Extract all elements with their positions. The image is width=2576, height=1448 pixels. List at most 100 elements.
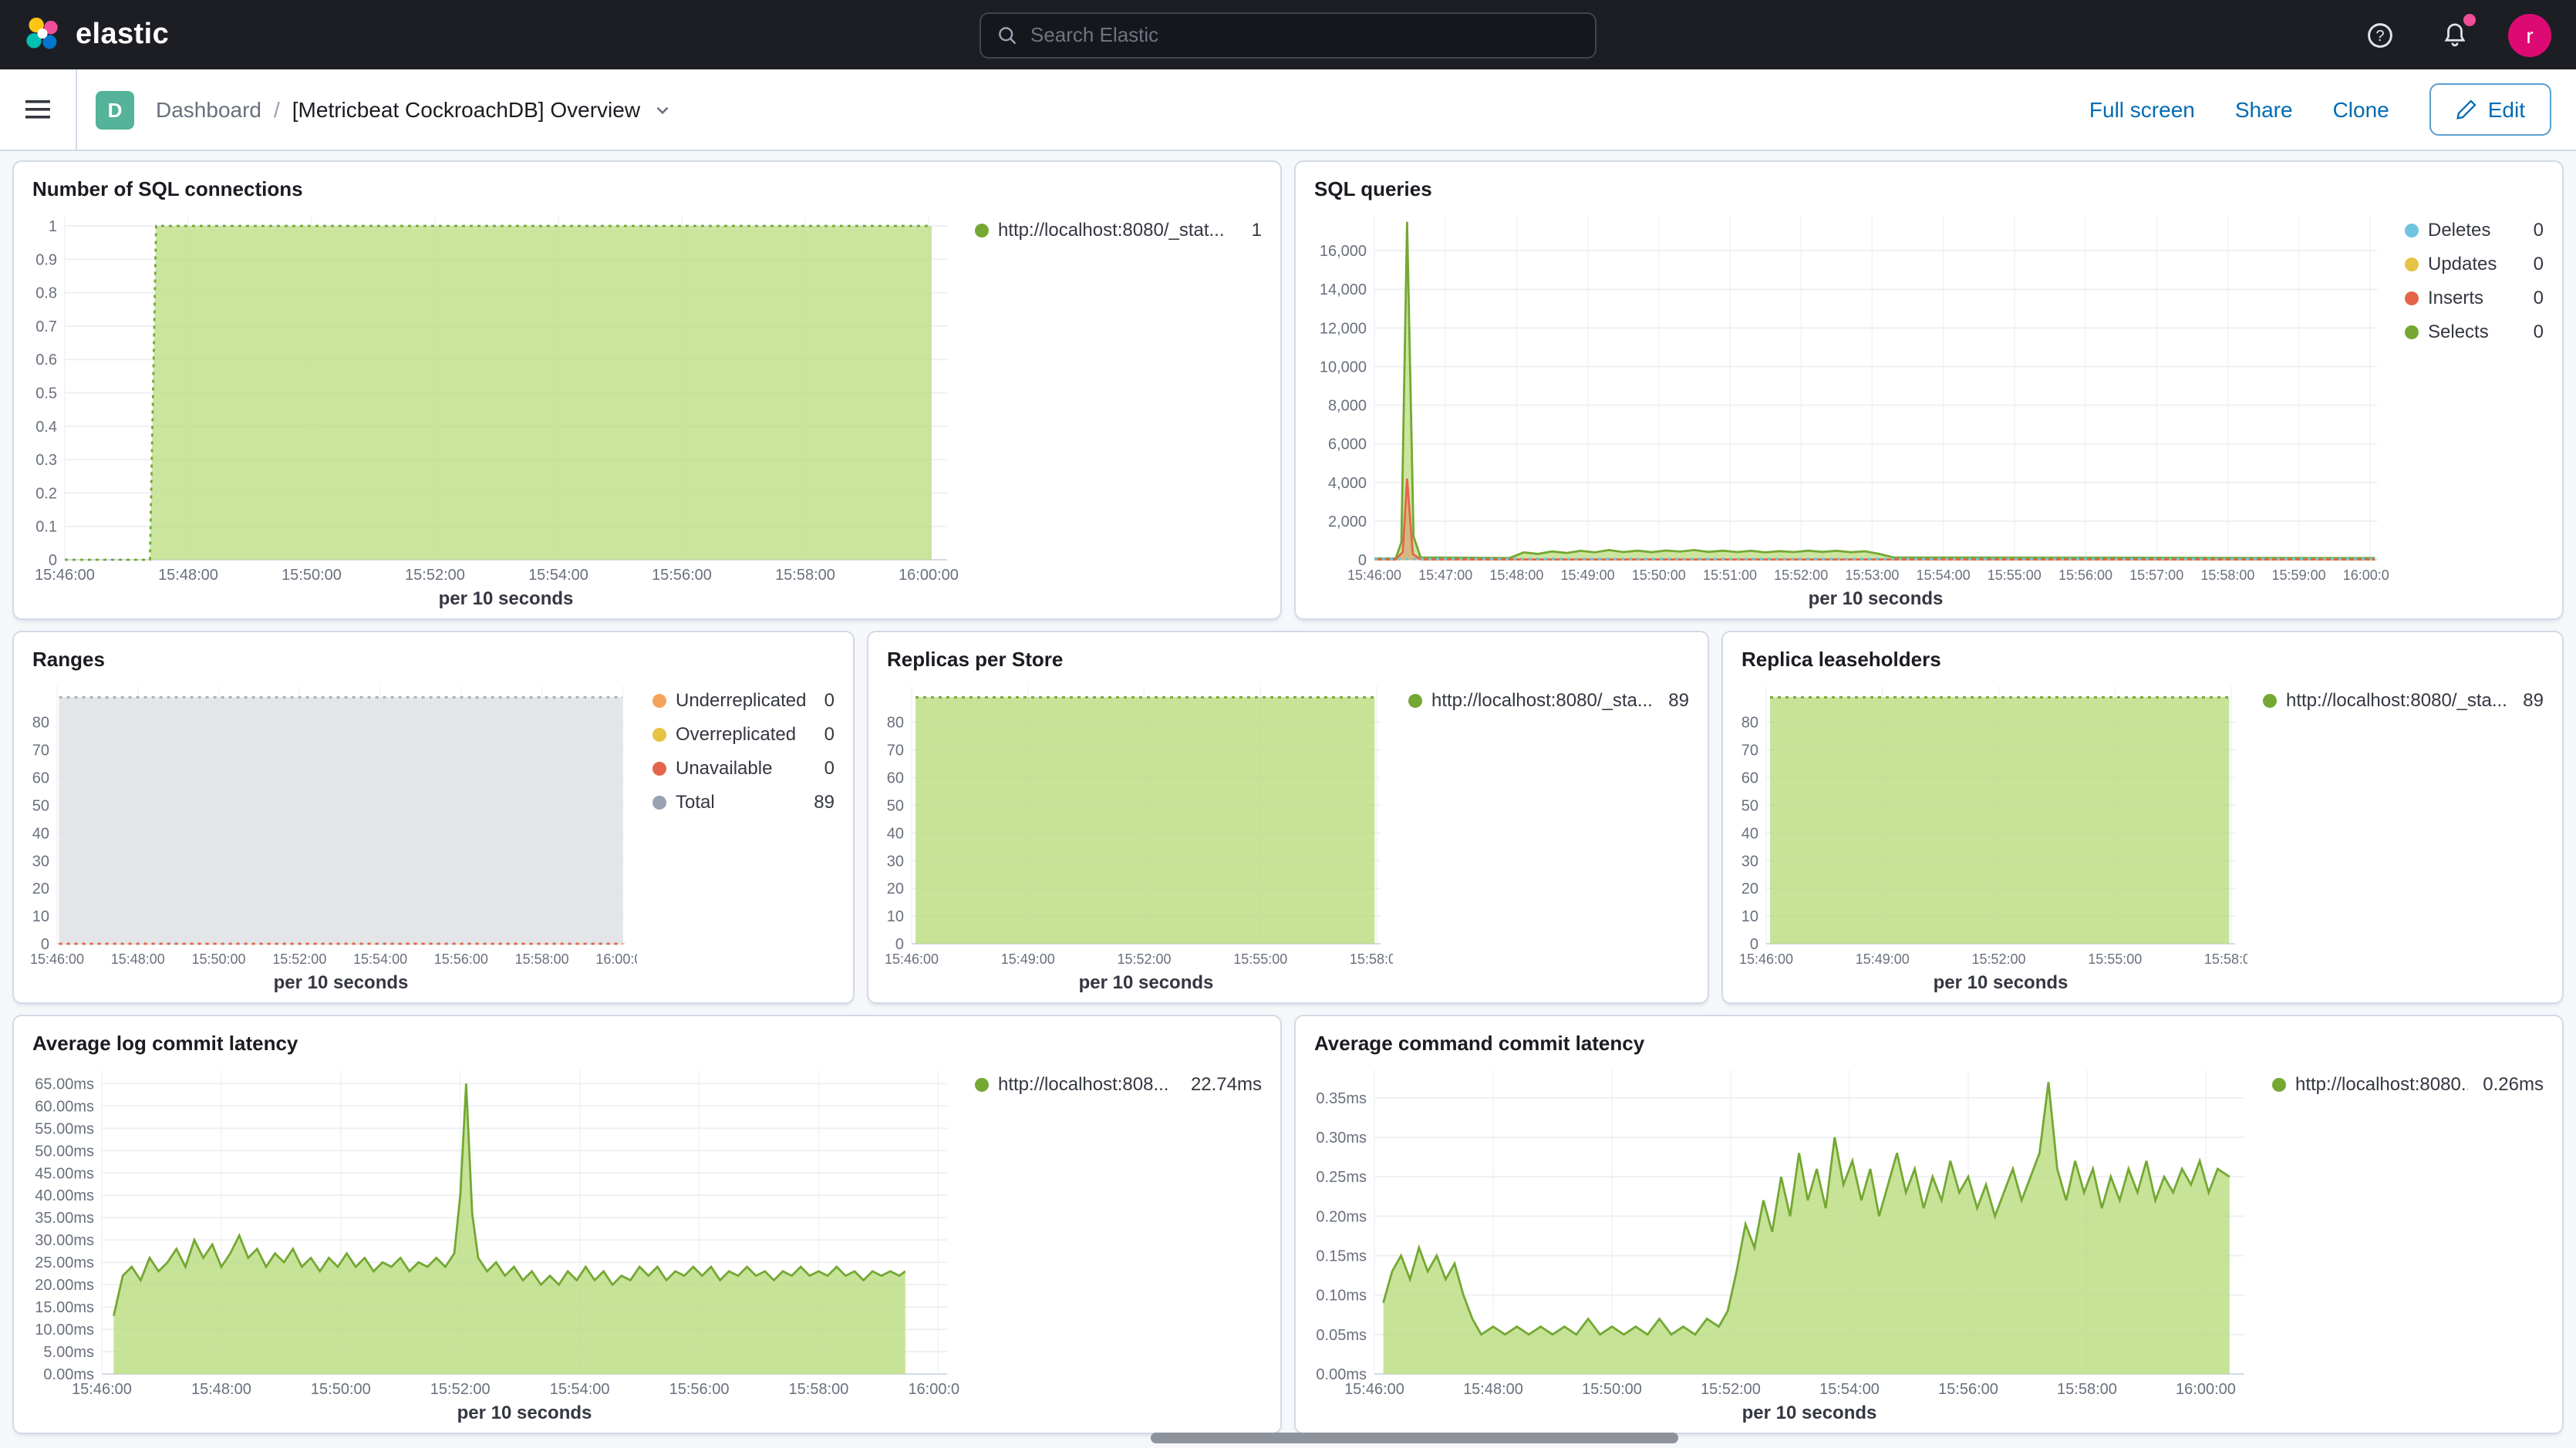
legend-value: 0 [2534, 321, 2544, 342]
svg-text:15:51:00: 15:51:00 [1703, 567, 1757, 583]
panel-average-command-commit-latency: Average command commit latency 15:46:001… [1294, 1015, 2564, 1434]
svg-text:60: 60 [32, 770, 49, 787]
legend-value: 0.26ms [2483, 1073, 2544, 1095]
svg-text:20: 20 [1741, 881, 1758, 897]
svg-text:50: 50 [887, 797, 904, 814]
legend-value: 89 [1668, 689, 1689, 711]
full-screen-button[interactable]: Full screen [2089, 97, 2195, 122]
svg-text:0.00ms: 0.00ms [1316, 1366, 1367, 1383]
svg-text:0.9: 0.9 [35, 251, 57, 268]
main-menu-button[interactable] [0, 69, 77, 150]
legend-label: Underreplicated [676, 689, 809, 711]
chart-area: 15:46:0015:48:0015:50:0015:52:0015:54:00… [14, 1058, 1280, 1433]
legend-item[interactable]: http://localhost:808... 22.74ms [975, 1073, 1262, 1095]
legend-item[interactable]: Overreplicated0 [652, 723, 835, 745]
svg-text:70: 70 [1741, 743, 1758, 759]
space-avatar-badge[interactable]: D [96, 90, 134, 129]
legend-label: http://localhost:808... [998, 1073, 1175, 1095]
elastic-brand[interactable]: elastic [0, 15, 169, 54]
svg-text:per 10 seconds: per 10 seconds [457, 1403, 592, 1423]
svg-text:15:49:00: 15:49:00 [1856, 951, 1910, 967]
svg-text:25.00ms: 25.00ms [35, 1254, 94, 1271]
legend-item[interactable]: Inserts0 [2405, 287, 2544, 308]
svg-text:0.25ms: 0.25ms [1316, 1169, 1367, 1186]
legend-item[interactable]: Unavailable0 [652, 757, 835, 779]
legend-value: 0 [824, 689, 835, 711]
legend-value: 89 [814, 791, 835, 813]
svg-text:10: 10 [887, 908, 904, 925]
svg-text:0.1: 0.1 [35, 519, 57, 536]
dashboard-row-1: Number of SQL connections 15:46:0015:48:… [12, 160, 2564, 620]
legend-item[interactable]: Selects0 [2405, 321, 2544, 342]
svg-text:15:56:00: 15:56:00 [652, 567, 712, 584]
panel-title: Number of SQL connections [14, 162, 1280, 204]
legend-item[interactable]: http://localhost:8080/_sta...89 [1408, 689, 1689, 711]
horizontal-scrollbar-thumb[interactable] [1151, 1433, 1678, 1443]
legend-item[interactable]: http://localhost:8080/_stat...1 [975, 219, 1262, 241]
svg-text:8,000: 8,000 [1328, 398, 1367, 415]
breadcrumb-separator: / [274, 97, 280, 122]
notifications-icon[interactable] [2434, 15, 2474, 55]
svg-text:35.00ms: 35.00ms [35, 1210, 94, 1227]
legend-item[interactable]: http://localhost:8080/_sta...89 [2263, 689, 2544, 711]
svg-text:0.00ms: 0.00ms [43, 1366, 94, 1383]
svg-text:15:53:00: 15:53:00 [1845, 567, 1899, 583]
breadcrumb-bar: D Dashboard / [Metricbeat CockroachDB] O… [0, 69, 2576, 151]
legend-label: http://localhost:8080... [2295, 1073, 2467, 1095]
svg-text:per 10 seconds: per 10 seconds [439, 588, 574, 609]
svg-text:0.2: 0.2 [35, 485, 57, 502]
legend-value: 0 [824, 757, 835, 779]
legend-item[interactable]: http://localhost:8080... 0.26ms [2272, 1073, 2544, 1095]
global-search[interactable] [979, 12, 1597, 58]
breadcrumb-dashboard-link[interactable]: Dashboard [156, 97, 261, 122]
user-avatar[interactable]: r [2508, 13, 2551, 56]
svg-text:15:54:00: 15:54:00 [353, 951, 407, 967]
svg-text:15:56:00: 15:56:00 [434, 951, 488, 967]
legend-dot [2405, 325, 2419, 338]
share-button[interactable]: Share [2235, 97, 2293, 122]
svg-text:15:48:00: 15:48:00 [158, 567, 218, 584]
legend-label: http://localhost:8080/_stat... [998, 219, 1236, 241]
svg-text:15:50:00: 15:50:00 [191, 951, 245, 967]
svg-text:60: 60 [887, 770, 904, 787]
legend: http://localhost:8080/_sta...89 [1393, 674, 1695, 996]
legend-value: 22.74ms [1191, 1073, 1262, 1095]
edit-button[interactable]: Edit [2429, 83, 2551, 136]
legend: http://localhost:8080... 0.26ms [2257, 1058, 2550, 1426]
svg-text:16:00:00: 16:00:00 [595, 951, 637, 967]
legend-item[interactable]: Underreplicated 0 [652, 689, 835, 711]
legend: Deletes 0 Updates0 Inserts0 Selects0 [2389, 204, 2550, 612]
svg-text:0.7: 0.7 [35, 318, 57, 335]
legend-value: 0 [2534, 219, 2544, 241]
svg-text:50: 50 [1741, 797, 1758, 814]
svg-text:1: 1 [49, 218, 57, 235]
svg-text:15:48:00: 15:48:00 [111, 951, 165, 967]
search-input[interactable] [1030, 23, 1580, 46]
svg-text:20: 20 [32, 881, 49, 897]
svg-text:15:58:00: 15:58:00 [515, 951, 569, 967]
legend: http://localhost:8080/_sta...89 [2247, 674, 2550, 996]
legend-item[interactable]: Deletes 0 [2405, 219, 2544, 241]
brand-text: elastic [76, 18, 169, 52]
breadcrumb: Dashboard / [Metricbeat CockroachDB] Ove… [156, 97, 673, 122]
svg-text:10.00ms: 10.00ms [35, 1322, 94, 1339]
svg-text:40.00ms: 40.00ms [35, 1187, 94, 1204]
chart-canvas-average-command-commit-latency: 15:46:0015:48:0015:50:0015:52:0015:54:00… [1305, 1058, 2257, 1426]
clone-button[interactable]: Clone [2333, 97, 2389, 122]
top-header-bar: elastic ? [0, 0, 2576, 69]
svg-text:15:52:00: 15:52:00 [405, 567, 465, 584]
chart-replica-leaseholders: 15:46:0015:49:0015:52:0015:55:0015:58:00… [1732, 674, 2247, 996]
chart-area: 15:46:0015:48:0015:50:0015:52:0015:54:00… [14, 674, 853, 1002]
svg-text:30.00ms: 30.00ms [35, 1232, 94, 1249]
svg-text:16:00:00: 16:00:00 [2343, 567, 2389, 583]
panel-title: Average command commit latency [1296, 1016, 2562, 1058]
legend-item[interactable]: Updates0 [2405, 253, 2544, 274]
legend-label: Deletes [2428, 219, 2518, 241]
svg-text:per 10 seconds: per 10 seconds [274, 972, 409, 993]
title-chevron-down-icon[interactable] [652, 99, 673, 120]
dashboard-row-2: Ranges 15:46:0015:48:0015:50:0015:52:001… [12, 631, 2564, 1004]
svg-text:10,000: 10,000 [1320, 359, 1367, 375]
chart-area: 15:46:0015:49:0015:52:0015:55:0015:58:00… [1723, 674, 2562, 1002]
help-icon[interactable]: ? [2360, 15, 2400, 55]
legend-item[interactable]: Total89 [652, 791, 835, 813]
